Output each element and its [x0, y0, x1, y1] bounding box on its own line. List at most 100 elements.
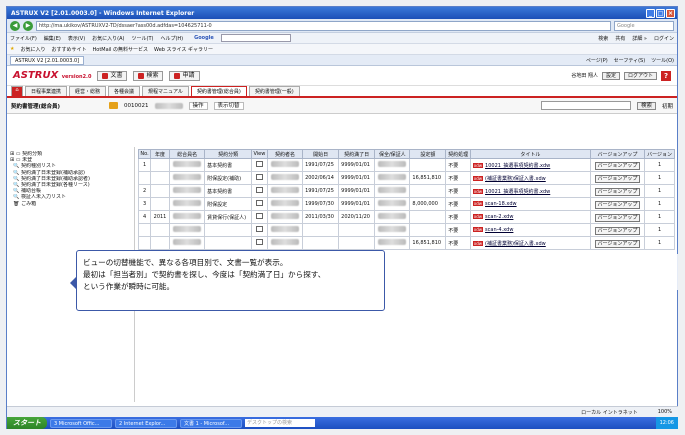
title-link[interactable]: 10021_抽選事項契約書.xdw [485, 163, 550, 169]
view-icon[interactable] [255, 174, 263, 180]
hotmail-link[interactable]: HotMail の無料サービス [93, 46, 149, 53]
menubar-right: 検索 共有 詳細 » ログイン [598, 35, 674, 42]
table-row[interactable]: 不要 xdw scan-4.xdw バージョンアップ 1 [137, 223, 675, 237]
suggested-sites-link[interactable]: おすすめサイト [52, 46, 87, 53]
search-button[interactable]: 検索 [133, 70, 164, 81]
title-link[interactable]: 10021_抽選事項契約書.xdw [485, 189, 550, 195]
table-row[interactable]: 16,851,810 不要 xdw (補証書業務)保証入書.xdw バージョンアップ 1 [137, 236, 675, 250]
view-icon[interactable] [255, 187, 263, 193]
url-input[interactable]: http://ma.ukikov/ASTRUXV2-TD/dssaer?ass0… [36, 20, 611, 31]
close-button[interactable]: × [666, 8, 675, 18]
col-category[interactable]: 契約分類 [204, 149, 252, 159]
doc-search-input[interactable] [540, 101, 631, 110]
col-party[interactable]: 契約者名 [266, 149, 304, 159]
document-button[interactable]: 文書 [97, 70, 128, 81]
table-row[interactable]: 3 附保設定 1999/07/30 9999/01/01 8,000,000 不要 xdw s… [137, 197, 675, 211]
task-ie[interactable]: 2 Internet Explor... [115, 418, 177, 428]
view-icon[interactable] [255, 213, 263, 219]
cell-no: 3 [137, 197, 152, 211]
maximize-button[interactable]: □ [656, 8, 665, 18]
version-up-button[interactable]: バージョンアップ [594, 200, 641, 209]
version-up-button[interactable]: バージョンアップ [594, 161, 641, 170]
task-office[interactable]: 3 Microsoft Offic... [50, 418, 112, 428]
view-icon[interactable] [255, 161, 263, 167]
favorites-link[interactable]: お気に入り [20, 46, 45, 53]
menu-login[interactable]: ログイン [654, 35, 674, 42]
redacted-guarantor [378, 226, 407, 232]
menu-more[interactable]: 詳細 » [632, 35, 647, 42]
settings-button[interactable]: 設定 [601, 71, 620, 80]
task-word[interactable]: 文書 1 - Microsof... [180, 418, 242, 428]
menu-edit[interactable]: 編集(E) [44, 35, 61, 42]
col-guarantor[interactable]: 保全/保証人 [374, 149, 411, 159]
menu-favorites[interactable]: お気に入り(A) [92, 35, 124, 42]
help-icon[interactable]: ? [661, 70, 671, 81]
view-icon[interactable] [255, 200, 263, 206]
clear-link[interactable]: 初期 [662, 102, 673, 110]
browser-search-input[interactable]: Google [614, 20, 674, 31]
view-icon[interactable] [255, 226, 263, 232]
tools-menu[interactable]: ツール(O) [651, 57, 674, 64]
tab-contracts-general[interactable]: 契約書管理(一般) [248, 86, 300, 96]
col-no[interactable]: No. [137, 149, 152, 159]
col-title[interactable]: タイトル [469, 149, 591, 159]
menu-file[interactable]: ファイル(F) [10, 35, 37, 42]
tab-schedule[interactable]: 日程事業連携 [25, 86, 68, 96]
tab-management[interactable]: 経営・総務 [69, 86, 107, 96]
title-link[interactable]: (補証書業務)保証入書.xdw [485, 241, 546, 247]
version-up-button[interactable]: バージョンアップ [594, 226, 641, 235]
back-icon[interactable]: ◀ [10, 20, 20, 31]
view-icon[interactable] [255, 239, 263, 245]
col-admin[interactable]: 総合員名 [168, 149, 206, 159]
tab-contracts-admin[interactable]: 契約書管理(総合員) [190, 86, 247, 96]
menu-share[interactable]: 共有 [615, 35, 625, 42]
title-link[interactable]: scan-4.xdw [485, 227, 513, 233]
doc-search-button[interactable]: 検索 [636, 101, 656, 110]
web-slice-link[interactable]: Web スライス ギャラリー [154, 46, 213, 53]
table-row[interactable]: 1 基本契約書 1991/07/25 9999/01/01 不要 xdw 10021_抽選事… [137, 158, 675, 172]
title-link[interactable]: (補証書業務)保証入書.xdw [485, 176, 546, 182]
file-icon: xdw [472, 162, 484, 168]
desktop-search-input[interactable]: デスクトップの検索 [245, 419, 315, 427]
version-up-button[interactable]: バージョンアップ [594, 213, 641, 222]
zoom-level[interactable]: 100% [658, 409, 672, 415]
tab-manuals[interactable]: 規程マニュアル [142, 86, 189, 96]
page-menu[interactable]: ページ(P) [586, 57, 608, 64]
apply-button[interactable]: 申請 [169, 70, 200, 81]
col-amount[interactable]: 設定額 [409, 149, 447, 159]
col-version[interactable]: バージョン [644, 149, 675, 159]
start-button[interactable]: スタート [7, 417, 47, 429]
browser-tab[interactable]: ASTRUX V2 [2.01.0003.0] [10, 55, 85, 65]
file-icon: xdw [472, 214, 484, 219]
cell-end [338, 223, 376, 237]
version-up-button[interactable]: バージョンアップ [594, 239, 641, 248]
tab-meetings[interactable]: 各種会議 [108, 86, 141, 96]
apply-button-label: 申請 [182, 72, 195, 79]
safety-menu[interactable]: セーフティ(S) [614, 57, 645, 64]
google-search-input[interactable] [220, 34, 291, 42]
table-row[interactable]: 附保設定(補助) 2002/06/14 9999/01/01 16,851,810 不要… [137, 171, 675, 185]
view-switch-dropdown[interactable]: 表示切替 [213, 101, 244, 110]
version-up-button[interactable]: バージョンアップ [594, 187, 641, 196]
logout-button[interactable]: ログアウト [623, 71, 657, 80]
table-row[interactable]: 2 基本契約書 1991/07/25 9999/01/01 不要 xdw 10021_抽選事… [137, 184, 675, 198]
menu-help[interactable]: ヘルプ(H) [160, 35, 183, 42]
col-view[interactable]: View [251, 149, 268, 159]
table-row[interactable]: 4 2011 賃貸保行(保証人) 2011/03/30 2020/11/20 不要 xdw s… [137, 210, 675, 224]
col-status[interactable]: 契約処理 [445, 149, 471, 159]
minimize-button[interactable]: _ [646, 8, 655, 18]
col-versionup[interactable]: バージョンアップ [589, 149, 646, 159]
ops-dropdown[interactable]: 操作 [188, 101, 208, 110]
title-link[interactable]: scan-18.xdw [485, 201, 517, 207]
menu-view[interactable]: 表示(V) [68, 35, 85, 42]
col-start[interactable]: 開始日 [302, 149, 340, 159]
col-end[interactable]: 契約満了日 [338, 149, 376, 159]
title-link[interactable]: scan-2.xdw [485, 214, 513, 220]
col-year[interactable]: 年度 [150, 149, 170, 159]
home-icon[interactable]: ⌂ [11, 86, 23, 96]
sidebar-item-trash[interactable]: 🗑 ごみ箱 [10, 201, 131, 207]
menu-search[interactable]: 検索 [598, 35, 608, 42]
version-up-button[interactable]: バージョンアップ [594, 174, 641, 183]
forward-icon[interactable]: ▶ [23, 20, 33, 31]
menu-tools[interactable]: ツール(T) [132, 35, 154, 42]
